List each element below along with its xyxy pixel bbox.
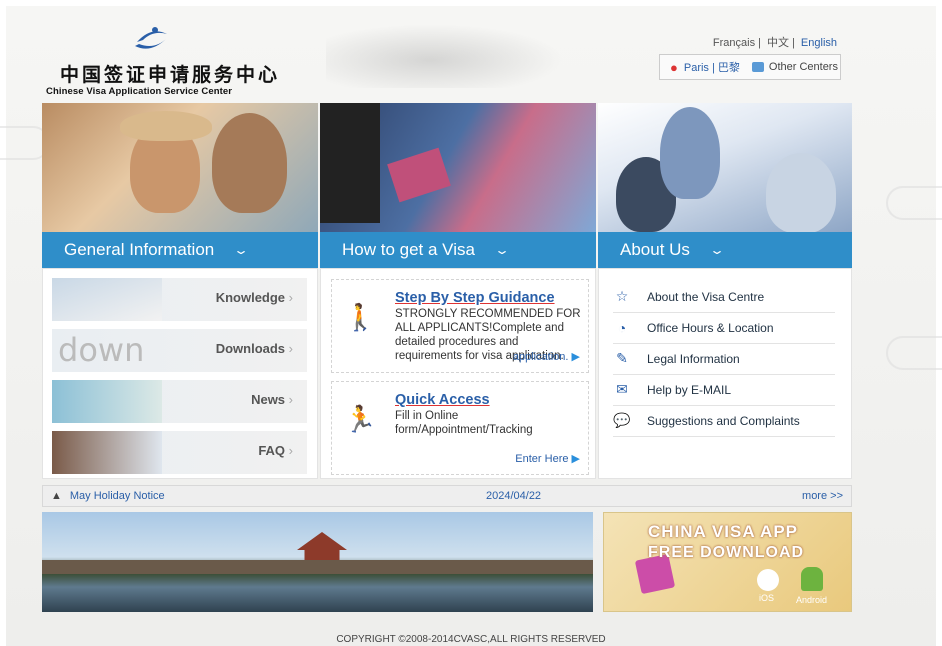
tile-label: Knowledge <box>216 290 293 305</box>
lang-chinese[interactable]: 中文 <box>764 37 792 49</box>
quick-access-card[interactable]: 🏃 Quick Access Fill in Online form/Appoi… <box>331 381 589 475</box>
temple-header-art <box>326 18 586 88</box>
speech-bubble-icon: 💬 <box>613 412 631 428</box>
tile-downloads[interactable]: down Downloads <box>52 329 307 372</box>
step-by-step-more-link[interactable]: application. <box>513 350 580 363</box>
notice-title[interactable]: May Holiday Notice <box>70 490 165 502</box>
quick-access-title[interactable]: Quick Access <box>395 392 490 408</box>
android-icon[interactable] <box>801 567 823 591</box>
link-label: Help by E-MAIL <box>647 382 732 397</box>
location-pin-icon: ● <box>670 59 678 75</box>
logo-english-text: Chinese Visa Application Service Center <box>46 86 233 97</box>
chevron-down-icon[interactable]: ⌄ <box>494 243 510 257</box>
chevron-down-icon[interactable]: ⌄ <box>709 243 725 257</box>
logo-chinese-text: 中国签证申请服务中心 <box>60 64 281 86</box>
app-banner-line2: FREE DOWNLOAD <box>648 544 805 561</box>
about-link-office-hours[interactable]: ◔ Office Hours & Location <box>613 312 835 344</box>
copyright-footer: COPYRIGHT ©2008-2014CVASC,ALL RIGHTS RES… <box>336 634 606 645</box>
download-thumbnail: down <box>58 331 145 369</box>
app-banner-line1: CHINA VISA APP <box>648 522 799 541</box>
tile-label: FAQ <box>258 443 293 458</box>
page-container: 中国签证申请服务中心 Chinese Visa Application Serv… <box>0 6 942 646</box>
team-photo <box>598 103 852 233</box>
link-label: Legal Information <box>647 351 740 366</box>
lang-english[interactable]: English <box>798 37 840 49</box>
pen-icon: ✎ <box>616 350 628 366</box>
panel-title: About Us <box>620 240 690 259</box>
tile-news[interactable]: News <box>52 380 307 423</box>
panel-how-to-get-visa[interactable]: How to get a Visa ⌄ <box>320 103 596 268</box>
app-download-banner[interactable]: CHINA VISA APP FREE DOWNLOAD iOS Android <box>603 512 852 612</box>
globe-icon <box>751 62 764 72</box>
about-us-column: ☆ About the Visa Centre ◔ Office Hours &… <box>598 268 852 479</box>
quick-access-description: Fill in Online form/Appointment/Tracking <box>395 410 533 436</box>
panel-title: How to get a Visa <box>342 240 475 259</box>
tile-knowledge[interactable]: Knowledge <box>52 278 307 321</box>
link-label: Office Hours & Location <box>647 320 774 335</box>
panel-title-bar: General Information ⌄ <box>42 232 318 268</box>
tile-faq[interactable]: FAQ <box>52 431 307 474</box>
ios-label: iOS <box>759 593 775 603</box>
clock-icon: ◔ <box>617 319 627 336</box>
travelers-photo <box>42 103 318 232</box>
general-info-column: Knowledge down Downloads News FAQ <box>42 268 318 479</box>
chevron-down-icon[interactable]: ⌄ <box>233 243 249 257</box>
android-label: Android <box>796 595 828 605</box>
enter-here-link[interactable]: Enter Here <box>515 452 580 465</box>
mail-icon: ✉ <box>616 381 628 397</box>
walking-person-icon: 🚶 <box>344 302 377 332</box>
warning-icon: ▲ <box>51 490 62 502</box>
about-link-legal[interactable]: ✎ Legal Information <box>613 343 835 375</box>
step-by-step-title[interactable]: Step By Step Guidance <box>395 290 555 306</box>
forbidden-city-banner[interactable] <box>42 512 593 612</box>
tile-label: Downloads <box>216 341 293 356</box>
tile-label: News <box>251 392 293 407</box>
running-person-icon: 🏃 <box>344 404 377 434</box>
passport-photo <box>320 103 596 232</box>
notice-bar: ▲ May Holiday Notice 2024/04/22 more >> <box>42 485 852 507</box>
panel-title-bar: How to get a Visa ⌄ <box>320 232 596 268</box>
link-label: About the Visa Centre <box>647 289 765 304</box>
link-label: Suggestions and Complaints <box>647 413 800 428</box>
language-switcher: Français | 中文 | English <box>710 34 840 50</box>
about-link-visa-centre[interactable]: ☆ About the Visa Centre <box>613 281 835 313</box>
current-center-link[interactable]: Paris | 巴黎 <box>684 59 740 75</box>
center-selector: ● Paris | 巴黎 Other Centers <box>659 54 841 80</box>
notice-more-link[interactable]: more >> <box>802 490 843 502</box>
faq-thumbnail <box>52 431 162 474</box>
star-icon: ☆ <box>615 288 629 304</box>
logo-icon[interactable] <box>131 24 171 54</box>
panel-title: General Information <box>64 240 215 259</box>
panel-general-information[interactable]: General Information ⌄ <box>42 103 318 268</box>
panel-title-bar: About Us ⌄ <box>598 232 852 268</box>
cloud-decoration <box>886 336 942 370</box>
notice-date: 2024/04/22 <box>486 490 542 502</box>
panel-about-us[interactable]: About Us ⌄ <box>598 103 852 268</box>
how-to-column: 🚶 Step By Step Guidance STRONGLY RECOMME… <box>320 268 596 479</box>
step-by-step-card[interactable]: 🚶 Step By Step Guidance STRONGLY RECOMME… <box>331 279 589 373</box>
other-centers-link[interactable]: Other Centers <box>769 61 838 73</box>
news-thumbnail <box>52 380 162 423</box>
lang-french[interactable]: Français <box>710 37 758 49</box>
about-link-email[interactable]: ✉ Help by E-MAIL <box>613 374 835 406</box>
document-thumbnail <box>52 278 162 321</box>
cloud-decoration <box>886 186 942 220</box>
about-link-suggestions[interactable]: 💬 Suggestions and Complaints <box>613 405 835 437</box>
apple-icon[interactable] <box>757 569 779 591</box>
